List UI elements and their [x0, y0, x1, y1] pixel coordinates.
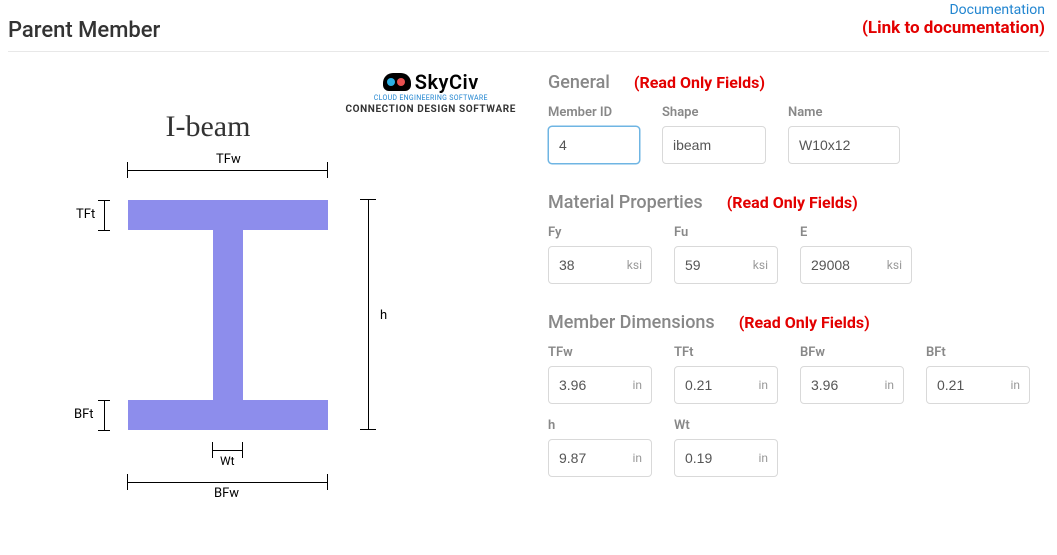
section-title-general: General: [548, 72, 610, 93]
label-name: Name: [788, 105, 900, 120]
member-id-field[interactable]: [548, 126, 640, 164]
label-shape: Shape: [662, 105, 766, 120]
dim-label-tfw: TFw: [216, 152, 241, 167]
brand-badge: SkyCiv CLOUD ENGINEERING SOFTWARE CONNEC…: [346, 70, 517, 115]
section-title-material: Material Properties: [548, 192, 703, 213]
readonly-annotation-dims: (Read Only Fields): [739, 313, 870, 332]
label-tfw: TFw: [548, 345, 652, 360]
readonly-annotation-general: (Read Only Fields): [634, 73, 765, 92]
dim-label-bft: BFt: [74, 407, 94, 422]
e-field[interactable]: [800, 246, 912, 284]
dim-label-h: h: [380, 308, 387, 323]
fu-field[interactable]: [674, 246, 778, 284]
wt-field[interactable]: [674, 439, 778, 477]
label-bft: BFt: [926, 345, 1030, 360]
label-e: E: [800, 225, 912, 240]
tfw-field[interactable]: [548, 366, 652, 404]
cloud-icon: [383, 73, 411, 91]
bft-field[interactable]: [926, 366, 1030, 404]
brand-name: SkyCiv: [415, 70, 479, 94]
label-member-id: Member ID: [548, 105, 640, 120]
dim-label-bfw: BFw: [214, 486, 239, 501]
ibeam-diagram: I-beam TFw TFt h BFt Wt BFw: [68, 110, 498, 530]
h-field[interactable]: [548, 439, 652, 477]
label-tft: TFt: [674, 345, 778, 360]
label-fu: Fu: [674, 225, 778, 240]
page-header: Parent Member (Link to documentation): [8, 18, 1049, 52]
label-bfw: BFw: [800, 345, 904, 360]
label-fy: Fy: [548, 225, 652, 240]
doc-link-annotation: (Link to documentation): [862, 18, 1045, 38]
label-h: h: [548, 418, 652, 433]
ibeam-shape: [128, 200, 328, 430]
dim-label-tft: TFt: [76, 207, 95, 222]
section-title-dims: Member Dimensions: [548, 312, 715, 333]
name-field[interactable]: [788, 126, 900, 164]
brand-tagline: CLOUD ENGINEERING SOFTWARE: [346, 94, 517, 102]
page-title: Parent Member: [8, 18, 160, 43]
diagram-title: I-beam: [68, 110, 348, 144]
readonly-annotation-material: (Read Only Fields): [727, 193, 858, 212]
bfw-field[interactable]: [800, 366, 904, 404]
fy-field[interactable]: [548, 246, 652, 284]
tft-field[interactable]: [674, 366, 778, 404]
label-wt: Wt: [674, 418, 778, 433]
dim-label-wt: Wt: [220, 454, 235, 468]
documentation-link[interactable]: Documentation: [949, 2, 1045, 18]
shape-field[interactable]: [662, 126, 766, 164]
